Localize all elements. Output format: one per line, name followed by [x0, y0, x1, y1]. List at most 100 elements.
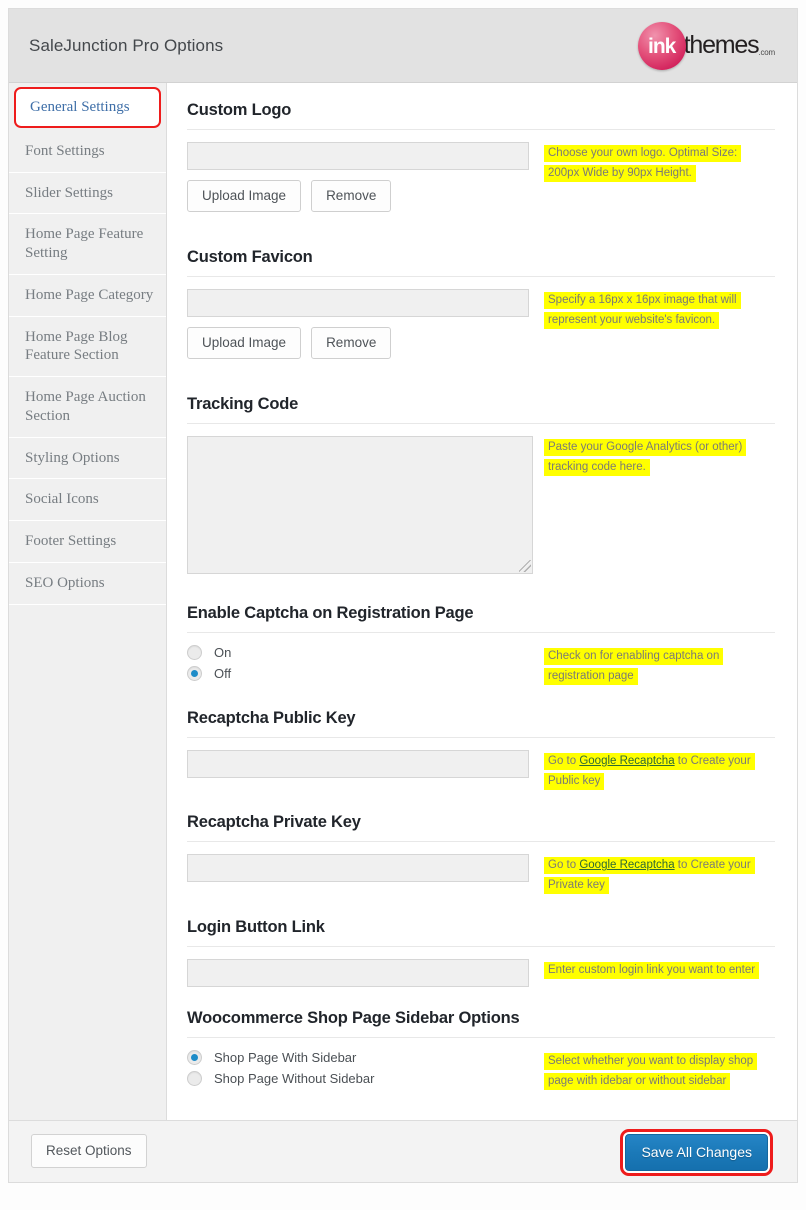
settings-content: Custom Logo Upload Image Remove Choose y… — [167, 83, 797, 1120]
sidebar-item-footer-settings[interactable]: Footer Settings — [9, 521, 166, 563]
section-divider — [187, 841, 775, 843]
section-title: Custom Logo — [187, 101, 292, 119]
section-title: Woocommerce Shop Page Sidebar Options — [187, 1008, 520, 1027]
logo-suffix: .com — [758, 48, 775, 57]
section-divider — [187, 1036, 775, 1038]
section-divider — [187, 423, 775, 424]
help-text-before: Go to — [548, 859, 580, 872]
radio-label: Off — [214, 666, 232, 681]
sidebar-item-seo-options[interactable]: SEO Options — [9, 563, 166, 605]
radio-label: On — [214, 645, 232, 660]
sidebar-item-home-page-auction-section[interactable]: Home Page Auction Section — [9, 377, 166, 438]
sidebar-item-slider-settings[interactable]: Slider Settings — [9, 173, 166, 215]
radio-label: Shop Page With Sidebar — [214, 1049, 357, 1065]
section-divider — [187, 632, 775, 633]
radio-icon-selected[interactable] — [187, 1049, 202, 1065]
custom-favicon-input[interactable] — [187, 289, 529, 317]
section-divider — [187, 129, 775, 130]
page-header: SaleJunction Pro Options ink themes .com — [9, 9, 797, 83]
help-text: Check on for enabling captcha on registr… — [544, 648, 724, 686]
google-recaptcha-link[interactable]: Google Recaptcha — [579, 755, 674, 767]
custom-logo-upload-image-button[interactable]: Upload Image — [187, 180, 302, 212]
google-recaptcha-link[interactable]: Google Recaptcha — [579, 859, 674, 871]
custom-logo-input[interactable] — [187, 142, 529, 170]
radio-icon[interactable] — [187, 645, 202, 660]
section-shop-page-sidebar-options: Woocommerce Shop Page Sidebar Options Sh… — [187, 1009, 775, 1092]
save-all-changes-button[interactable]: Save All Changes — [625, 1133, 768, 1171]
section-divider — [187, 737, 775, 738]
section-tracking-code: Tracking Code Paste your Google Analytic… — [187, 395, 775, 574]
sidebar-item-home-page-category[interactable]: Home Page Category — [9, 275, 166, 317]
options-page: SaleJunction Pro Options ink themes .com… — [0, 0, 806, 1210]
shop-page-sidebar-help: Select whether you want to display shop … — [531, 1050, 767, 1091]
options-panel: SaleJunction Pro Options ink themes .com… — [8, 8, 798, 1183]
login-button-link-help: Enter custom login link you want to ente… — [531, 959, 760, 980]
recaptcha-public-key-input[interactable] — [187, 750, 529, 778]
section-recaptcha-public-key: Recaptcha Public Key Go to Google Recapt… — [187, 709, 775, 791]
custom-favicon-help: Specify a 16px x 16px image that will re… — [531, 289, 767, 330]
tracking-code-textarea[interactable] — [187, 436, 533, 574]
section-login-button-link: Login Button Link Enter custom login lin… — [187, 918, 775, 987]
custom-favicon-remove-button[interactable]: Remove — [311, 327, 392, 359]
recaptcha-public-key-help: Go to Google Recaptcha to Create your Pu… — [531, 750, 767, 791]
section-divider — [187, 276, 775, 277]
panel-footer: Reset Options Save All Changes — [9, 1119, 797, 1182]
section-enable-captcha: Enable Captcha on Registration Page On O… — [187, 604, 775, 687]
shop-option-with-sidebar[interactable]: Shop Page With Sidebar — [187, 1049, 531, 1065]
logo-mark-text: ink — [647, 35, 676, 58]
help-text: Go to Google Recaptcha to Create your Pu… — [544, 753, 755, 791]
section-title: Login Button Link — [187, 917, 325, 936]
section-custom-favicon: Custom Favicon Upload Image Remove Speci… — [187, 248, 775, 359]
shop-option-without-sidebar[interactable]: Shop Page Without Sidebar — [187, 1070, 531, 1086]
page-title: SaleJunction Pro Options — [29, 35, 224, 55]
help-text: Select whether you want to display shop … — [544, 1052, 758, 1090]
tracking-code-help: Paste your Google Analytics (or other) t… — [531, 436, 767, 477]
help-text: Specify a 16px x 16px image that will re… — [544, 292, 741, 330]
help-text: Paste your Google Analytics (or other) t… — [544, 439, 747, 477]
radio-label: Shop Page Without Sidebar — [214, 1070, 375, 1086]
section-title: Recaptcha Private Key — [187, 813, 361, 832]
section-title: Enable Captcha on Registration Page — [187, 604, 474, 622]
sidebar-item-home-page-feature-setting[interactable]: Home Page Feature Setting — [9, 214, 166, 275]
login-button-link-input[interactable] — [187, 958, 529, 987]
help-text: Go to Google Recaptcha to Create your Pr… — [544, 857, 755, 895]
section-divider — [187, 945, 775, 947]
radio-icon[interactable] — [187, 1070, 202, 1086]
section-title: Custom Favicon — [187, 248, 313, 266]
captcha-help: Check on for enabling captcha on registr… — [531, 645, 767, 686]
custom-favicon-upload-image-button[interactable]: Upload Image — [187, 327, 302, 359]
section-recaptcha-private-key: Recaptcha Private Key Go to Google Recap… — [187, 813, 775, 895]
custom-logo-help: Choose your own logo. Optimal Size: 200p… — [531, 142, 767, 183]
settings-sidebar: General Settings Font Settings Slider Se… — [9, 83, 167, 1120]
sidebar-item-styling-options[interactable]: Styling Options — [9, 438, 166, 480]
radio-icon-selected[interactable] — [187, 666, 202, 681]
reset-options-button[interactable]: Reset Options — [31, 1134, 147, 1168]
sidebar-item-general-settings[interactable]: General Settings — [14, 87, 161, 128]
section-title: Recaptcha Public Key — [187, 709, 356, 727]
panel-body: General Settings Font Settings Slider Se… — [9, 83, 797, 1120]
help-text-before: Go to — [548, 755, 580, 767]
sidebar-item-home-page-blog-feature-section[interactable]: Home Page Blog Feature Section — [9, 317, 166, 377]
section-title: Tracking Code — [187, 395, 299, 413]
save-button-highlight: Save All Changes — [620, 1128, 773, 1176]
resize-handle-icon[interactable] — [519, 560, 531, 572]
captcha-option-off[interactable]: Off — [187, 666, 531, 681]
custom-logo-remove-button[interactable]: Remove — [311, 180, 392, 212]
recaptcha-private-key-help: Go to Google Recaptcha to Create your Pr… — [531, 854, 767, 895]
logo-wordmark: themes — [683, 31, 760, 59]
recaptcha-private-key-input[interactable] — [187, 854, 529, 883]
sidebar-item-font-settings[interactable]: Font Settings — [9, 131, 166, 173]
logo-circle-icon: ink — [637, 21, 686, 70]
section-custom-logo: Custom Logo Upload Image Remove Choose y… — [187, 101, 775, 212]
help-text: Choose your own logo. Optimal Size: 200p… — [544, 145, 742, 183]
sidebar-item-social-icons[interactable]: Social Icons — [9, 479, 166, 521]
inkthemes-logo: ink themes .com — [637, 21, 779, 70]
help-text: Enter custom login link you want to ente… — [544, 961, 760, 979]
captcha-option-on[interactable]: On — [187, 645, 531, 660]
